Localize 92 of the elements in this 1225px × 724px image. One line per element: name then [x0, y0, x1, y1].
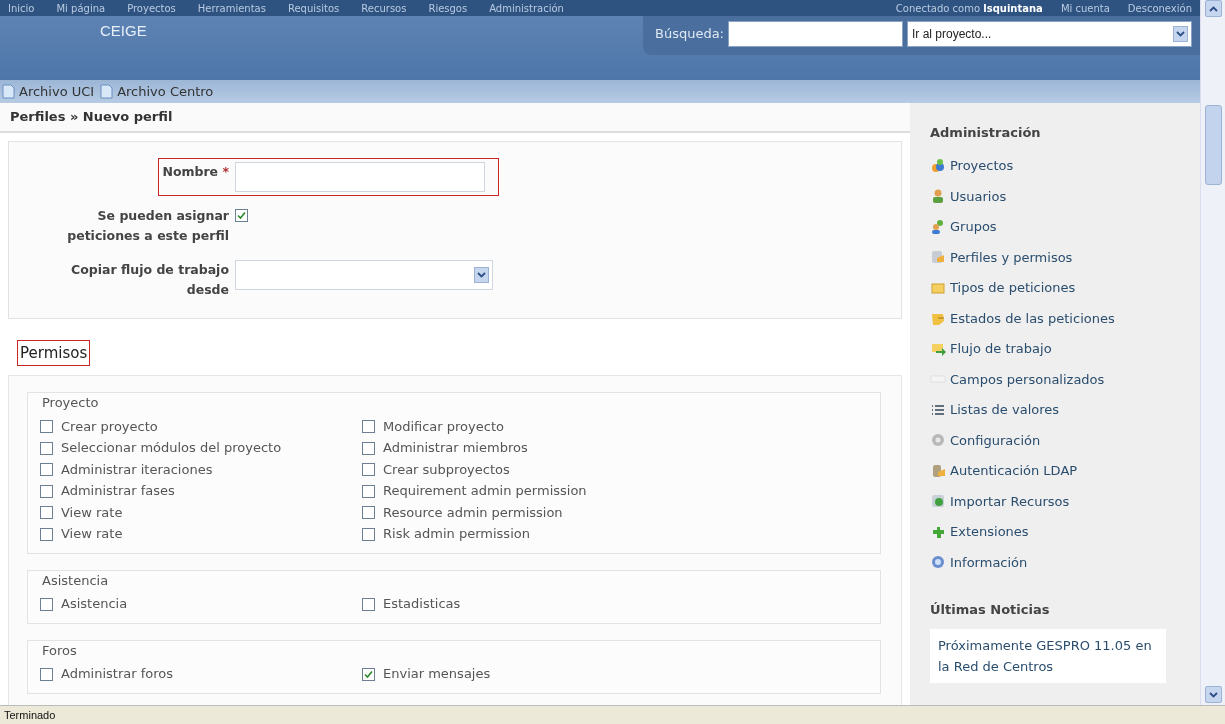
checkbox[interactable] [40, 506, 53, 520]
sidebar-link[interactable]: Flujo de trabajo [930, 333, 1180, 364]
caret-icon [1208, 691, 1218, 698]
permission-label: View rate [61, 525, 123, 543]
site-title: CEIGE [100, 21, 147, 41]
permission-label: Administrar foros [61, 665, 174, 683]
checkbox[interactable] [40, 527, 53, 541]
menu-link[interactable]: Herramientas [197, 0, 266, 16]
checkbox[interactable] [362, 463, 375, 477]
field-label: Nombre [162, 163, 219, 179]
sidebar-link[interactable]: Listas de valores [930, 394, 1180, 425]
permission-label: Administrar iteraciones [61, 460, 213, 479]
breadcrumb-separator: » [68, 109, 80, 124]
sidebar-link[interactable]: Autenticación LDAP [930, 455, 1180, 486]
checkbox[interactable] [40, 463, 53, 477]
file-link[interactable]: Archivo UCI [2, 81, 95, 102]
group-icon [930, 218, 946, 235]
search-label: Búsqueda: [654, 25, 724, 44]
permission-label: Crear proyecto [61, 417, 158, 436]
menu-link[interactable]: Requisitos [287, 0, 340, 16]
sidebar-link[interactable]: Tipos de peticiones [930, 272, 1180, 303]
permission-label: Enviar mensajes [383, 665, 491, 683]
news-item[interactable]: Próximamente GESPRO 11.05 en la Red de Centros [930, 629, 1166, 683]
permission-label: Estadisticas [383, 595, 461, 613]
scroll-down-button[interactable] [1204, 686, 1222, 703]
account-link[interactable]: Desconexión [1127, 0, 1192, 16]
menu-link[interactable]: Inicio [8, 0, 35, 16]
checkbox[interactable] [362, 420, 375, 434]
document-icon [100, 84, 114, 99]
caret-icon [1208, 5, 1218, 12]
sidebar-link[interactable]: Configuración [930, 425, 1180, 456]
checkbox[interactable] [40, 484, 53, 498]
checkbox[interactable] [362, 597, 375, 611]
permission-label: Administrar miembros [383, 439, 528, 457]
permission-label: Administrar fases [61, 482, 175, 500]
menu-link[interactable]: Mi página [56, 0, 106, 16]
account-link[interactable]: Mi cuenta [1060, 0, 1110, 16]
checkbox[interactable] [40, 420, 53, 434]
scrollbar-thumb[interactable] [1204, 105, 1222, 185]
checkbox[interactable] [362, 484, 375, 498]
text-field[interactable] [235, 161, 485, 192]
section-heading: Permisos [18, 340, 90, 365]
sidebar-link[interactable]: Importar Recursos [930, 486, 1180, 517]
permission-label: Resource admin permission [383, 503, 563, 522]
file-link[interactable]: Archivo Centro [100, 81, 214, 102]
checkbox[interactable] [362, 441, 375, 455]
sidebar-heading: Últimas Noticias [930, 600, 1051, 619]
project-select[interactable]: Ir al proyecto... [907, 21, 1192, 47]
status-text: Terminado [4, 707, 56, 723]
permission-label: Crear subproyectos [383, 460, 510, 479]
info-icon [930, 554, 946, 571]
checkbox[interactable] [40, 441, 53, 455]
checkbox[interactable] [40, 667, 53, 681]
people-icon [930, 157, 946, 174]
permission-label: Risk admin permission [383, 525, 530, 543]
permission-label: Requirement admin permission [383, 482, 587, 500]
dropdown-icon [1173, 26, 1188, 42]
permission-label: Modificar proyecto [383, 417, 504, 436]
sidebar-link[interactable]: Información [930, 547, 1180, 578]
checkbox[interactable] [362, 506, 375, 520]
person-icon [930, 188, 946, 205]
menu-link[interactable]: Riesgos [428, 0, 468, 16]
permission-label: Asistencia [61, 595, 128, 613]
dropdown-icon [474, 266, 489, 283]
gear-icon [930, 432, 946, 449]
checkbox[interactable] [40, 597, 53, 611]
document-icon [2, 84, 15, 99]
field-label: Se pueden asignar peticiones a este perfil [67, 207, 229, 243]
permission-label: Seleccionar módulos del proyecto [61, 439, 282, 457]
sidebar-link[interactable]: Usuarios [930, 181, 1180, 212]
checkbox[interactable] [235, 208, 248, 222]
checkbox[interactable] [362, 527, 375, 541]
sidebar-link[interactable]: Grupos [930, 211, 1180, 242]
breadcrumb-link[interactable]: Perfiles [10, 109, 66, 124]
scroll-up-button[interactable] [1204, 0, 1222, 17]
sidebar-link[interactable]: Estados de las peticiones [930, 303, 1180, 334]
field-label: Copiar flujo de trabajo desde [71, 261, 229, 297]
menu-link[interactable]: Recursos [361, 0, 407, 16]
sidebar-link[interactable]: Campos personalizados [930, 364, 1180, 395]
menu-link[interactable]: Administración [489, 0, 564, 16]
checkbox[interactable] [362, 667, 375, 681]
select-field[interactable] [235, 259, 493, 290]
search-field[interactable] [728, 21, 903, 47]
required-mark: * [222, 163, 229, 179]
sidebar-link[interactable]: Extensiones [930, 516, 1180, 547]
login-text: Conectado como lsquintana [895, 1, 1043, 16]
permission-label: View rate [61, 503, 123, 522]
sidebar-link[interactable]: Perfiles y permisos [930, 242, 1180, 273]
menu-link[interactable]: Proyectos [127, 0, 176, 16]
sidebar-link[interactable]: Proyectos [930, 150, 1180, 181]
sidebar-heading: Administración [930, 124, 1042, 142]
page-title: Nuevo perfil [82, 109, 173, 124]
